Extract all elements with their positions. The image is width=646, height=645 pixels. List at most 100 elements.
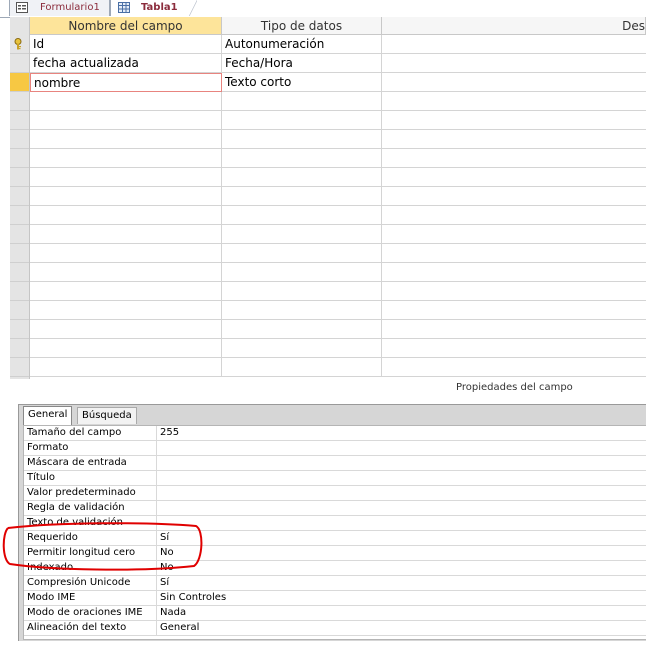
field-name-cell[interactable]: [30, 320, 222, 339]
field-name-cell[interactable]: [30, 130, 222, 149]
property-row[interactable]: Modo IME Sin Controles: [24, 591, 646, 606]
field-name-cell[interactable]: [30, 111, 222, 130]
field-name-cell[interactable]: nombre: [30, 73, 222, 92]
property-value[interactable]: Sí: [160, 576, 169, 590]
description-cell[interactable]: [382, 206, 646, 225]
data-type-cell[interactable]: [222, 263, 382, 282]
row-selector[interactable]: [10, 111, 29, 130]
description-cell[interactable]: [382, 54, 646, 73]
property-value[interactable]: 255: [160, 426, 179, 440]
property-row[interactable]: Alineación del texto General: [24, 621, 646, 636]
tab-formulario1[interactable]: Formulario1: [9, 0, 110, 16]
property-row[interactable]: Título: [24, 471, 646, 486]
property-value[interactable]: Sin Controles: [160, 591, 226, 605]
description-cell[interactable]: [382, 320, 646, 339]
data-type-cell[interactable]: [222, 206, 382, 225]
description-cell[interactable]: [382, 111, 646, 130]
data-type-cell[interactable]: Fecha/Hora: [222, 54, 382, 73]
property-value[interactable]: No: [160, 546, 174, 560]
row-selector[interactable]: [10, 244, 29, 263]
property-value[interactable]: General: [160, 621, 199, 635]
description-cell[interactable]: [382, 149, 646, 168]
description-cell[interactable]: [382, 35, 646, 54]
description-cell[interactable]: [382, 358, 646, 377]
data-type-cell[interactable]: Texto corto: [222, 73, 382, 92]
data-type-cell[interactable]: [222, 130, 382, 149]
property-row[interactable]: Compresión Unicode Sí: [24, 576, 646, 591]
data-type-cell[interactable]: [222, 149, 382, 168]
row-selector[interactable]: [10, 320, 29, 339]
field-name-cell[interactable]: [30, 282, 222, 301]
field-name-cell[interactable]: [30, 187, 222, 206]
data-type-cell[interactable]: [222, 301, 382, 320]
property-value[interactable]: No: [160, 561, 174, 575]
row-selector[interactable]: [10, 149, 29, 168]
property-row[interactable]: Requerido Sí: [24, 531, 646, 546]
property-value[interactable]: Sí: [160, 531, 169, 545]
row-selector[interactable]: [10, 92, 29, 111]
field-name-cell[interactable]: [30, 263, 222, 282]
data-type-cell[interactable]: [222, 358, 382, 377]
column-header-data-type[interactable]: Tipo de datos: [222, 17, 382, 35]
description-cell[interactable]: [382, 263, 646, 282]
field-name-cell[interactable]: fecha actualizada: [30, 54, 222, 73]
property-row[interactable]: Modo de oraciones IME Nada: [24, 606, 646, 621]
row-selector[interactable]: [10, 73, 29, 92]
description-cell[interactable]: [382, 187, 646, 206]
tab-tabla1[interactable]: Tabla1: [110, 0, 197, 16]
description-cell[interactable]: [382, 168, 646, 187]
description-cell[interactable]: [382, 92, 646, 111]
field-name-cell[interactable]: [30, 358, 222, 377]
property-row[interactable]: Texto de validación: [24, 516, 646, 531]
data-type-cell[interactable]: [222, 111, 382, 130]
field-name-cell[interactable]: [30, 244, 222, 263]
row-selector[interactable]: [10, 263, 29, 282]
row-selector[interactable]: [10, 187, 29, 206]
tab-busqueda[interactable]: Búsqueda: [77, 407, 137, 424]
property-row[interactable]: Máscara de entrada: [24, 456, 646, 471]
row-selector[interactable]: [10, 339, 29, 358]
description-cell[interactable]: [382, 301, 646, 320]
field-name-cell[interactable]: [30, 206, 222, 225]
field-name-cell[interactable]: Id: [30, 35, 222, 54]
property-row[interactable]: Formato: [24, 441, 646, 456]
field-name-cell[interactable]: [30, 339, 222, 358]
row-selector[interactable]: [10, 206, 29, 225]
data-type-cell[interactable]: Autonumeración: [222, 35, 382, 54]
data-type-cell[interactable]: [222, 92, 382, 111]
row-selector[interactable]: [10, 282, 29, 301]
row-selector[interactable]: [10, 301, 29, 320]
column-header-field-name[interactable]: Nombre del campo: [30, 17, 222, 35]
property-row[interactable]: Valor predeterminado: [24, 486, 646, 501]
description-cell[interactable]: [382, 73, 646, 92]
description-cell[interactable]: [382, 225, 646, 244]
data-type-cell[interactable]: [222, 339, 382, 358]
data-type-cell[interactable]: [222, 225, 382, 244]
description-cell[interactable]: [382, 339, 646, 358]
property-value[interactable]: Nada: [160, 606, 186, 620]
field-name-cell[interactable]: [30, 225, 222, 244]
property-row[interactable]: Permitir longitud cero No: [24, 546, 646, 561]
data-type-cell[interactable]: [222, 244, 382, 263]
tab-general[interactable]: General: [23, 406, 73, 425]
data-type-cell[interactable]: [222, 282, 382, 301]
field-name-cell[interactable]: [30, 92, 222, 111]
field-name-cell[interactable]: [30, 301, 222, 320]
column-header-description[interactable]: Des: [382, 17, 646, 35]
description-cell[interactable]: [382, 244, 646, 263]
row-selector[interactable]: [10, 358, 29, 377]
field-name-cell[interactable]: [30, 168, 222, 187]
description-cell[interactable]: [382, 130, 646, 149]
property-row[interactable]: Regla de validación: [24, 501, 646, 516]
row-selector[interactable]: [10, 54, 29, 73]
data-type-cell[interactable]: [222, 168, 382, 187]
description-cell[interactable]: [382, 282, 646, 301]
grid-corner[interactable]: [10, 17, 29, 35]
row-selector[interactable]: [10, 225, 29, 244]
row-selector[interactable]: [10, 130, 29, 149]
field-name-cell[interactable]: [30, 149, 222, 168]
property-row[interactable]: Tamaño del campo 255: [24, 426, 646, 441]
property-row[interactable]: Indexado No: [24, 561, 646, 576]
data-type-cell[interactable]: [222, 187, 382, 206]
data-type-cell[interactable]: [222, 320, 382, 339]
